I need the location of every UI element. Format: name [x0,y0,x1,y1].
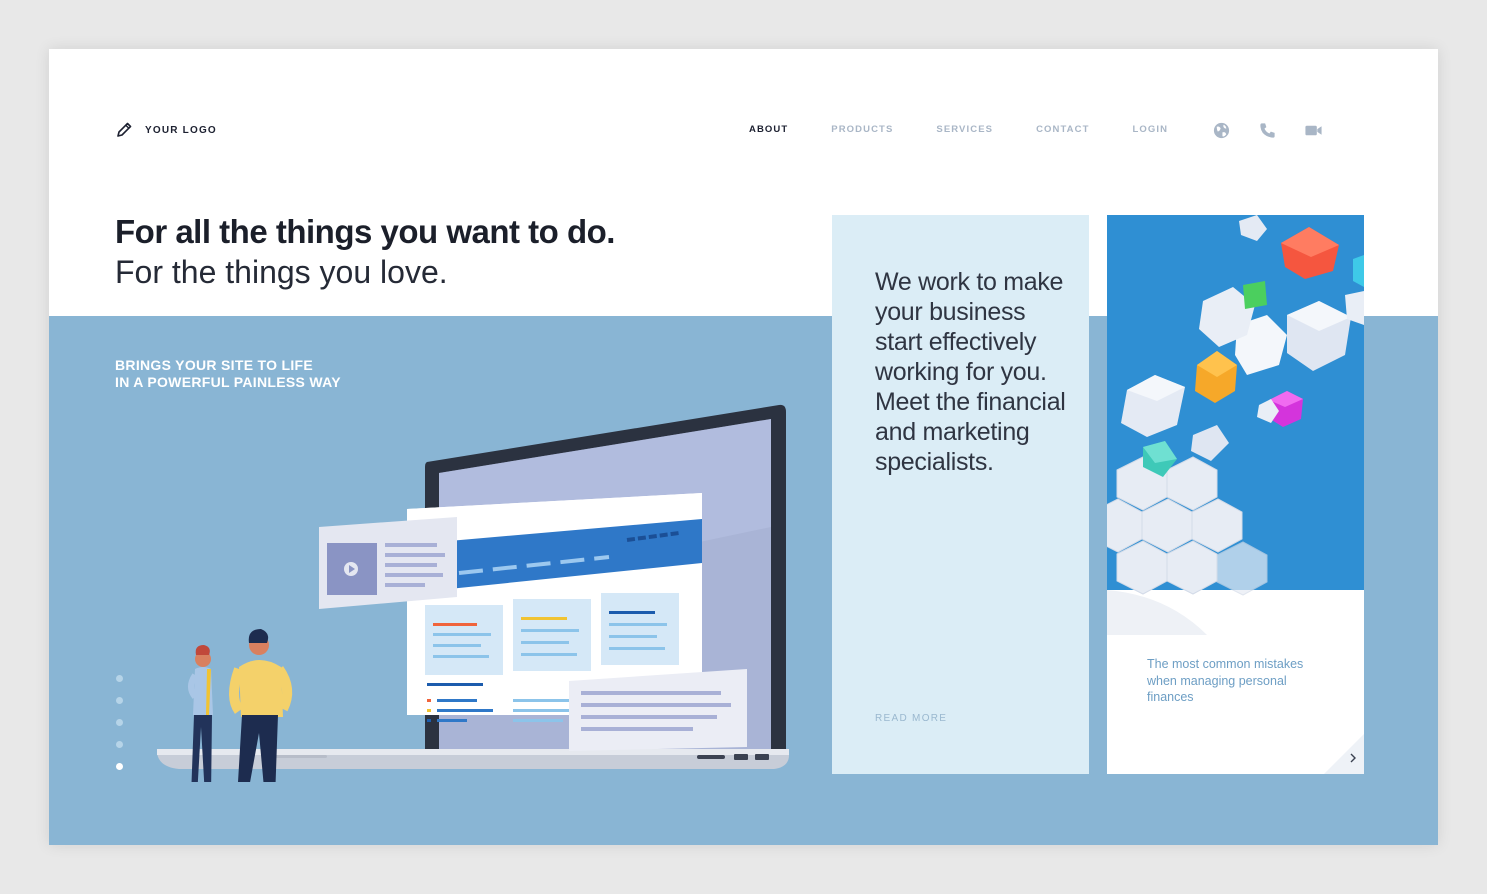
card-arrow-button[interactable] [1324,734,1364,774]
slider-dots [116,675,123,770]
main-nav: ABOUT PRODUCTS SERVICES CONTACT LOGIN [749,124,1211,135]
tagline-line-1: BRINGS YOUR SITE TO LIFE [115,357,314,373]
slider-dot[interactable] [116,697,123,704]
nav-about[interactable]: ABOUT [749,124,788,135]
logo[interactable]: YOUR LOGO [115,121,217,139]
nav-products[interactable]: PRODUCTS [831,124,893,135]
chevron-right-icon [1324,734,1364,774]
nav-contact[interactable]: CONTACT [1036,124,1089,135]
nav-login[interactable]: LOGIN [1133,124,1169,135]
read-more-link[interactable]: READ MORE [875,713,947,724]
tagline-line-2: IN A POWERFUL PAINLESS WAY [115,374,341,390]
nav-services[interactable]: SERVICES [936,124,993,135]
info-card-text: We work to make your business start effe… [875,268,1066,476]
article-card[interactable]: The most common mistakes when managing p… [1107,215,1364,774]
phone-icon[interactable] [1258,121,1277,140]
cubes-illustration [1107,215,1364,635]
slider-dot[interactable] [116,675,123,682]
hero-subtitle: For the things you love. [115,254,448,290]
slider-dot-active[interactable] [116,763,123,770]
globe-icon[interactable] [1212,121,1231,140]
slider-dot[interactable] [116,741,123,748]
hero-title: For all the things you want to do. [115,213,615,250]
article-card-text: The most common mistakes when managing p… [1147,657,1304,704]
info-card: We work to make your business start effe… [832,215,1089,774]
logo-text: YOUR LOGO [145,124,217,136]
laptop-illustration [157,404,790,782]
landing-page: YOUR LOGO ABOUT PRODUCTS SERVICES CONTAC… [49,49,1438,845]
video-camera-icon[interactable] [1304,121,1323,140]
slider-dot[interactable] [116,719,123,726]
hero-tagline: BRINGS YOUR SITE TO LIFE IN A POWERFUL P… [115,357,341,391]
header-icons [1212,121,1323,140]
hero-headline: For all the things you want to do. For t… [115,212,615,292]
pencil-icon [117,122,132,137]
